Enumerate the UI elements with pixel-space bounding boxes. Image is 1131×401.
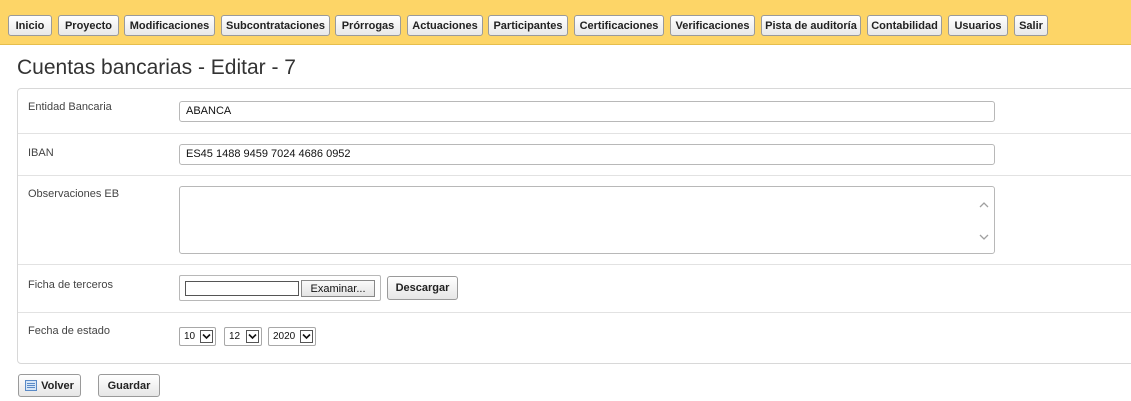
back-button[interactable]: Volver (18, 374, 81, 397)
observaciones-value (180, 187, 994, 195)
menu-item-inicio[interactable]: Inicio (8, 15, 52, 36)
chevron-up-icon[interactable] (978, 199, 990, 211)
form-row-fecha: Fecha de estado 10 12 2020 (18, 313, 1131, 365)
menu-item-pista-auditoria[interactable]: Pista de auditoría (761, 15, 861, 36)
ficha-label: Ficha de terceros (28, 279, 113, 291)
chevron-down-icon (200, 330, 213, 343)
year-select[interactable]: 2020 (268, 327, 316, 346)
edit-form-panel: Entidad Bancaria ABANCA IBAN ES45 1488 9… (17, 88, 1131, 364)
menu-item-contabilidad[interactable]: Contabilidad (867, 15, 942, 36)
top-menu-bar: Inicio Proyecto Modificaciones Subcontra… (0, 0, 1131, 45)
menu-item-actuaciones[interactable]: Actuaciones (407, 15, 483, 36)
list-icon (25, 380, 38, 391)
form-row-entidad: Entidad Bancaria ABANCA (18, 89, 1131, 134)
form-row-iban: IBAN ES45 1488 9459 7024 4686 0952 (18, 134, 1131, 176)
chevron-down-icon (246, 330, 259, 343)
day-value: 10 (184, 331, 196, 342)
observaciones-textarea[interactable] (179, 186, 995, 254)
chevron-down-icon[interactable] (978, 231, 990, 243)
form-row-ficha: Ficha de terceros Examinar... Descargar (18, 265, 1131, 313)
browse-button[interactable]: Examinar... (301, 280, 375, 297)
form-row-observaciones: Observaciones EB (18, 176, 1131, 265)
menu-item-modificaciones[interactable]: Modificaciones (124, 15, 215, 36)
menu-item-salir[interactable]: Salir (1014, 15, 1048, 36)
fecha-label: Fecha de estado (28, 325, 110, 337)
menu-item-proyecto[interactable]: Proyecto (58, 15, 119, 36)
month-value: 12 (229, 331, 241, 342)
menu-item-verificaciones[interactable]: Verificaciones (670, 15, 755, 36)
iban-label: IBAN (28, 147, 54, 159)
back-label: Volver (41, 379, 74, 392)
menu-item-prorrogas[interactable]: Prórrogas (335, 15, 401, 36)
menu-item-certificaciones[interactable]: Certificaciones (574, 15, 664, 36)
page-title: Cuentas bancarias - Editar - 7 (17, 56, 296, 79)
month-select[interactable]: 12 (224, 327, 262, 346)
menu-item-usuarios[interactable]: Usuarios (948, 15, 1008, 36)
menu-item-subcontrataciones[interactable]: Subcontrataciones (221, 15, 330, 36)
entidad-label: Entidad Bancaria (28, 101, 112, 113)
iban-input[interactable]: ES45 1488 9459 7024 4686 0952 (179, 144, 995, 165)
year-value: 2020 (273, 331, 296, 342)
file-path-field[interactable] (185, 281, 299, 296)
save-button[interactable]: Guardar (98, 374, 160, 397)
download-button[interactable]: Descargar (387, 276, 458, 300)
entidad-input[interactable]: ABANCA (179, 101, 995, 122)
observaciones-label: Observaciones EB (28, 188, 120, 200)
file-upload: Examinar... (179, 275, 381, 301)
day-select[interactable]: 10 (179, 327, 216, 346)
chevron-down-icon (300, 330, 313, 343)
menu-item-participantes[interactable]: Participantes (488, 15, 568, 36)
